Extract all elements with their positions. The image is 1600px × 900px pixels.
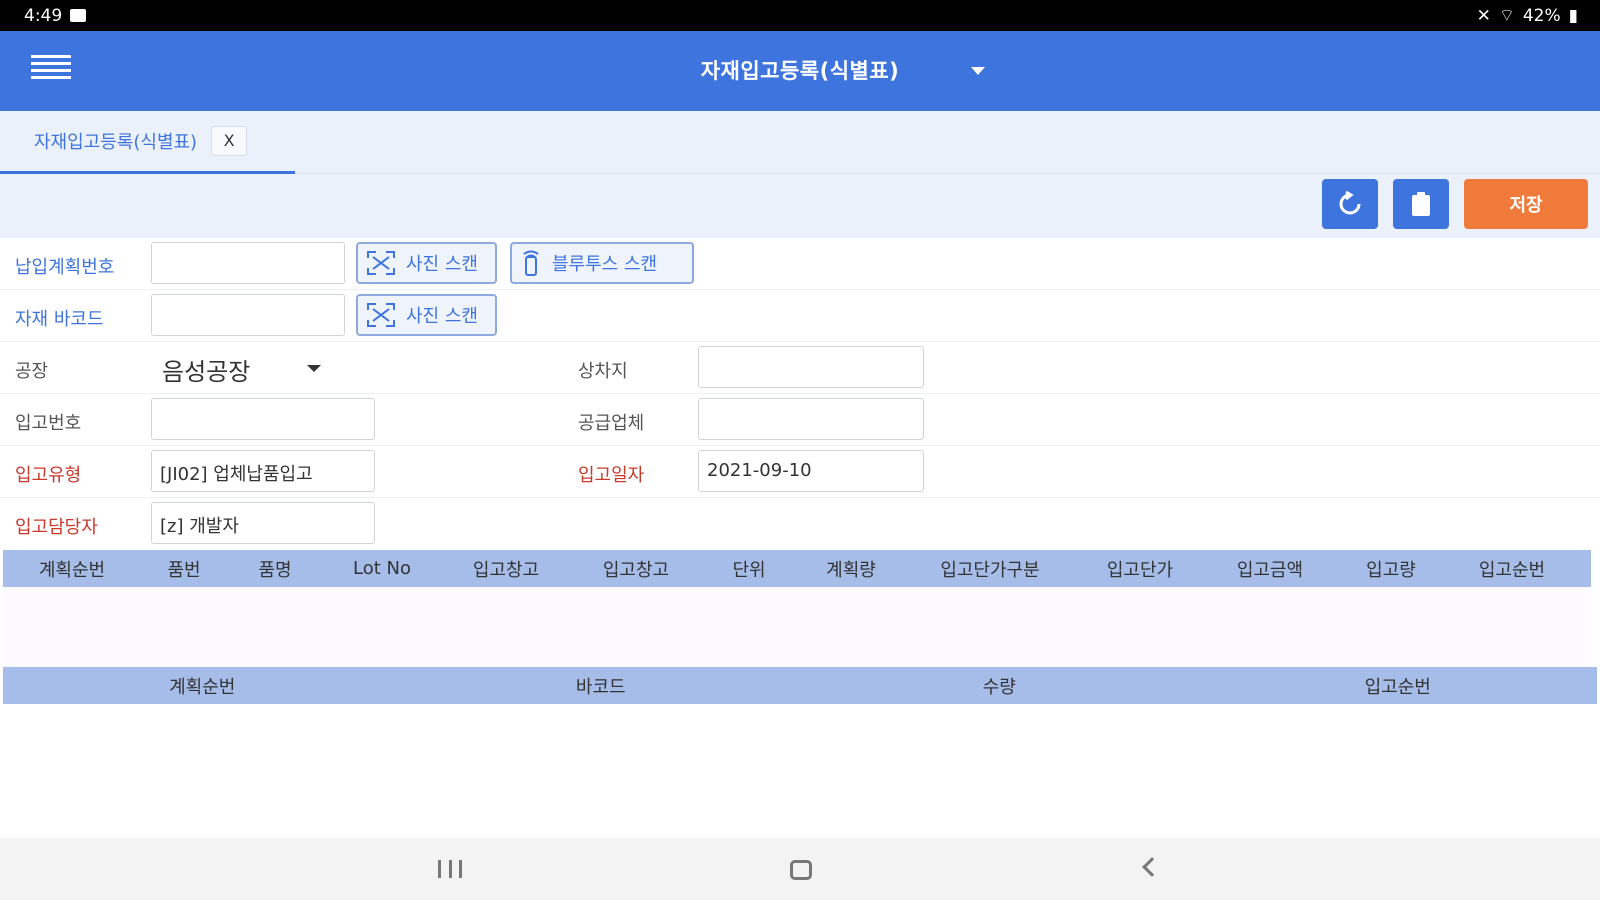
- grid-col-header[interactable]: 계획순번: [3, 556, 141, 582]
- grid-col-header[interactable]: Lot No: [323, 558, 441, 579]
- supplier-input[interactable]: [698, 398, 924, 440]
- grid-col-header[interactable]: 입고단가: [1075, 556, 1205, 582]
- receipt-date-input[interactable]: 2021-09-10: [698, 450, 924, 492]
- grid-col-header[interactable]: 입고단가구분: [905, 556, 1075, 582]
- mute-icon: ✕: [1476, 5, 1491, 26]
- receipt-grid-header: 계획순번 품번 품명 Lot No 입고창고 입고창고 단위 계획량 입고단가구…: [3, 550, 1591, 587]
- tab-material-receipt[interactable]: 자재입고등록(식별표) X: [0, 111, 295, 174]
- grid-col-header[interactable]: 입고창고: [571, 556, 701, 582]
- clipboard-button[interactable]: [1393, 179, 1449, 229]
- tab-bar: 자재입고등록(식별표) X: [0, 111, 1600, 174]
- photo-scan-button[interactable]: 사진 스캔: [356, 242, 497, 284]
- photo-scan-label: 사진 스캔: [406, 254, 478, 275]
- factory-select[interactable]: 음성공장: [162, 352, 250, 387]
- receipt-form: 납입계획번호 사진 스캔 블루투스 스캔 자재 바코드 사진 스캔 공장 음성공…: [0, 238, 1600, 550]
- form-row-delivery-plan: 납입계획번호 사진 스캔 블루투스 스캔: [0, 238, 1600, 290]
- form-row-receipt-no: 입고번호 공급업체: [0, 394, 1600, 446]
- receipt-grid-body[interactable]: [3, 587, 1591, 667]
- chevron-down-icon[interactable]: [971, 67, 985, 75]
- form-row-material-barcode: 자재 바코드 사진 스캔: [0, 290, 1600, 342]
- grid-col-header[interactable]: 수량: [800, 673, 1199, 699]
- form-row-factory: 공장 음성공장 상차지: [0, 342, 1600, 394]
- storage-input[interactable]: [698, 346, 924, 388]
- material-barcode-label: 자재 바코드: [15, 309, 104, 330]
- supplier-label: 공급업체: [578, 413, 645, 434]
- factory-label: 공장: [15, 361, 49, 382]
- delivery-plan-input[interactable]: [151, 242, 345, 284]
- scan-icon: [367, 251, 395, 275]
- grid-col-header[interactable]: 입고순번: [1199, 673, 1598, 699]
- grid-col-header[interactable]: 입고금액: [1205, 556, 1335, 582]
- grid-col-header[interactable]: 계획순번: [3, 673, 402, 699]
- form-row-receipt-manager: 입고담당자 [z] 개발자: [0, 498, 1600, 550]
- receipt-no-input[interactable]: [151, 398, 375, 440]
- grid-col-header[interactable]: 입고창고: [441, 556, 571, 582]
- grid-col-header[interactable]: 품번: [141, 556, 227, 582]
- photo-scan-button-2[interactable]: 사진 스캔: [356, 294, 497, 336]
- home-icon[interactable]: [790, 860, 812, 880]
- grid-col-header[interactable]: 바코드: [402, 673, 801, 699]
- grid-col-header[interactable]: 입고량: [1335, 556, 1447, 582]
- bluetooth-scan-button[interactable]: 블루투스 스캔: [510, 242, 694, 284]
- material-barcode-input[interactable]: [151, 294, 345, 336]
- form-row-receipt-type: 입고유형 [JI02] 업체납품입고 입고일자 2021-09-10: [0, 446, 1600, 498]
- toolbar: 저장: [0, 174, 1600, 238]
- receipt-manager-label: 입고담당자: [15, 517, 98, 538]
- save-button[interactable]: 저장: [1464, 179, 1588, 229]
- app-bar: 자재입고등록(식별표): [0, 31, 1600, 111]
- wifi-icon: ⌔: [1498, 6, 1515, 26]
- clipboard-icon: [1412, 192, 1430, 216]
- back-icon[interactable]: [1142, 857, 1162, 877]
- status-time: 4:49: [24, 5, 63, 26]
- grid-col-header[interactable]: 품명: [227, 556, 323, 582]
- tab-label[interactable]: 자재입고등록(식별표): [34, 128, 197, 154]
- receipt-manager-input[interactable]: [z] 개발자: [151, 502, 375, 544]
- delivery-plan-label: 납입계획번호: [15, 257, 115, 278]
- gallery-icon: [70, 9, 87, 22]
- tab-close-button[interactable]: X: [211, 126, 248, 156]
- chevron-down-icon[interactable]: [307, 365, 321, 372]
- storage-label: 상차지: [578, 361, 628, 382]
- battery-icon: ▮: [1568, 5, 1578, 26]
- receipt-type-label: 입고유형: [15, 465, 82, 486]
- photo-scan-label: 사진 스캔: [406, 306, 478, 327]
- refresh-button[interactable]: [1322, 179, 1378, 229]
- bluetooth-scanner-icon: [523, 250, 539, 276]
- scan-icon: [367, 303, 395, 327]
- receipt-type-input[interactable]: [JI02] 업체납품입고: [151, 450, 375, 492]
- grid-col-header[interactable]: 입고순번: [1447, 556, 1577, 582]
- recent-apps-icon[interactable]: [438, 860, 462, 878]
- status-bar: 4:49 ✕ ⌔ 42% ▮: [0, 0, 1600, 31]
- page-title[interactable]: 자재입고등록(식별표): [0, 55, 1600, 85]
- bluetooth-scan-label: 블루투스 스캔: [552, 254, 658, 275]
- grid-col-header[interactable]: 단위: [701, 556, 797, 582]
- receipt-date-label: 입고일자: [578, 465, 645, 486]
- battery-level: 42%: [1522, 5, 1561, 26]
- barcode-grid-header: 계획순번 바코드 수량 입고순번: [3, 667, 1597, 704]
- receipt-no-label: 입고번호: [15, 413, 82, 434]
- grid-col-header[interactable]: 계획량: [797, 556, 905, 582]
- refresh-icon: [1339, 190, 1361, 215]
- system-nav-bar: [0, 838, 1600, 900]
